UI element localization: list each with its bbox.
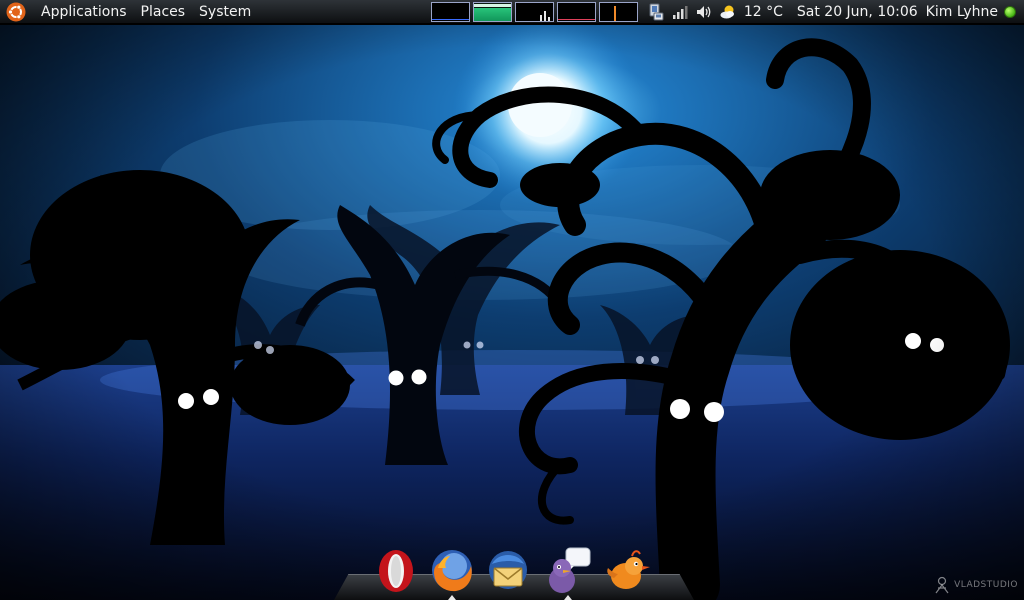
dock-item-opera[interactable]: [372, 546, 420, 594]
weather-temperature[interactable]: 12 °C: [740, 4, 787, 20]
clock[interactable]: Sat 20 Jun, 10:06: [793, 4, 922, 20]
menu-system[interactable]: System: [192, 0, 258, 24]
cpu-monitor-graph[interactable]: [430, 1, 470, 22]
opera-icon: [379, 550, 413, 592]
dock-item-gwibber[interactable]: [604, 546, 652, 594]
desktop[interactable]: [0, 25, 1024, 600]
memory-monitor-graph[interactable]: [472, 1, 512, 22]
dock-item-thunderbird[interactable]: [484, 546, 532, 594]
vladstudio-logo-icon: [935, 576, 949, 594]
network-manager-icon[interactable]: [647, 3, 665, 21]
vladstudio-watermark: VLADSTUDIO: [934, 574, 1018, 596]
running-indicator: [564, 595, 572, 600]
running-indicator: [448, 595, 456, 600]
pidgin-icon: [549, 547, 591, 593]
ubuntu-logo-icon[interactable]: [6, 2, 26, 22]
dock-item-firefox[interactable]: [428, 546, 476, 600]
user-name[interactable]: Kim Lyhne: [922, 4, 1002, 20]
top-panel: Applications Places System 12 °C Sat 20 …: [0, 0, 1024, 24]
thunderbird-icon: [489, 551, 527, 589]
watermark-text: VLADSTUDIO: [954, 580, 1018, 590]
firefox-icon: [432, 550, 472, 592]
signal-strength-icon[interactable]: [671, 3, 689, 21]
system-monitor[interactable]: [430, 1, 638, 22]
volume-icon[interactable]: [695, 3, 713, 21]
status-indicator-icon[interactable]: [1004, 5, 1016, 18]
load-monitor-graph[interactable]: [598, 1, 638, 22]
menu-places[interactable]: Places: [134, 0, 193, 24]
swap-monitor-graph[interactable]: [556, 1, 596, 22]
network-monitor-graph[interactable]: [514, 1, 554, 22]
menu-applications[interactable]: Applications: [34, 0, 134, 24]
wallpaper-forest-image: [0, 25, 1024, 600]
dock: [334, 546, 694, 600]
partly-cloudy-icon[interactable]: [719, 3, 737, 21]
bird-icon: [607, 550, 650, 589]
dock-item-pidgin[interactable]: [544, 546, 592, 600]
